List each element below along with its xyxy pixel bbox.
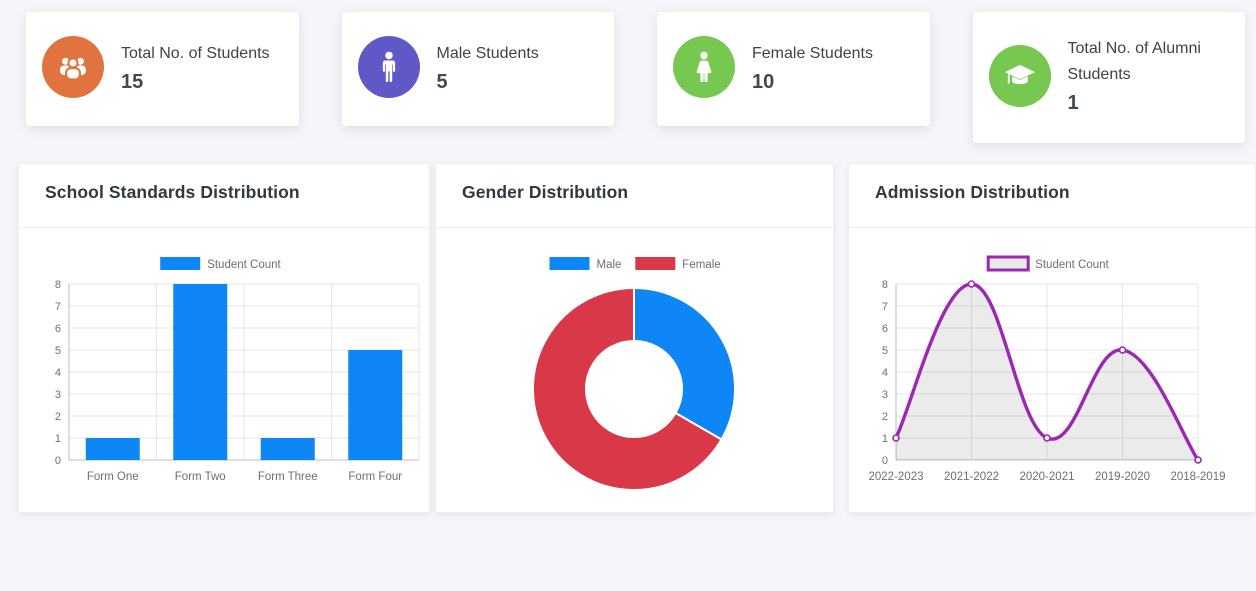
legend-swatch: [160, 257, 200, 270]
stat-cards-row: Total No. of Students 15 Male Students 5…: [0, 0, 1256, 143]
x-tick-label: Form Four: [348, 471, 402, 483]
chart-title: Gender Distribution: [462, 182, 628, 202]
gender-doughnut-chart: Male Female: [436, 228, 833, 512]
stat-card-total-students: Total No. of Students 15: [26, 12, 299, 126]
svg-text:5: 5: [55, 345, 61, 357]
chart-legend[interactable]: Student Count: [160, 257, 281, 271]
svg-text:6: 6: [882, 323, 888, 335]
legend-label: Male: [597, 259, 622, 271]
admission-line-chart: Student Count 0 1 2 3 4 5 6 7 8 2022-2023 2021-2022…: [849, 228, 1255, 512]
chart-card-admission: Admission Distribution Student Count 0 1 2 3…: [848, 163, 1256, 513]
chart-card-gender: Gender Distribution Male Female: [435, 163, 834, 513]
legend-label: Student Count: [1035, 259, 1109, 271]
chart-title: Admission Distribution: [875, 182, 1070, 202]
svg-text:1: 1: [55, 433, 61, 445]
stat-label: Total No. of Alumni Students: [1068, 36, 1230, 88]
bar-form-four[interactable]: [348, 350, 402, 460]
standards-bar-chart: Student Count 0 1 2 3 4 5 6 7 8 Form One Form Two Fo…: [19, 228, 429, 512]
chart-header: Gender Distribution: [436, 164, 833, 228]
svg-text:7: 7: [882, 301, 888, 313]
svg-text:6: 6: [55, 323, 61, 335]
legend-swatch: [635, 257, 675, 270]
svg-text:0: 0: [882, 455, 888, 467]
svg-text:2: 2: [55, 411, 61, 423]
stat-card-male-students: Male Students 5: [342, 12, 615, 126]
chart-legend[interactable]: Student Count: [988, 257, 1109, 271]
svg-text:4: 4: [55, 367, 61, 379]
legend-swatch: [988, 257, 1028, 270]
point-2019-2020[interactable]: [1120, 347, 1126, 353]
x-tick-label: 2022-2023: [869, 471, 924, 483]
stat-card-female-students: Female Students 10: [657, 12, 930, 126]
chart-header: School Standards Distribution: [19, 164, 429, 228]
bar-form-three[interactable]: [261, 438, 315, 460]
x-tick-label: 2019-2020: [1095, 471, 1150, 483]
female-icon: [673, 36, 735, 98]
graduation-cap-icon: [989, 45, 1051, 107]
stat-label: Female Students: [752, 41, 873, 67]
chart-card-standards: School Standards Distribution Student Co…: [18, 163, 430, 513]
stat-value: 10: [752, 71, 873, 94]
point-2018-2019[interactable]: [1195, 457, 1201, 463]
svg-text:3: 3: [55, 389, 61, 401]
stat-value: 15: [121, 71, 270, 94]
users-icon: [42, 36, 104, 98]
chart-title: School Standards Distribution: [45, 182, 300, 202]
charts-row: School Standards Distribution Student Co…: [0, 163, 1256, 513]
x-tick-label: 2018-2019: [1171, 471, 1226, 483]
x-tick-label: Form Three: [258, 471, 318, 483]
svg-text:2: 2: [882, 411, 888, 423]
male-icon: [358, 36, 420, 98]
svg-text:5: 5: [882, 345, 888, 357]
svg-text:1: 1: [882, 433, 888, 445]
svg-text:0: 0: [55, 455, 61, 467]
x-tick-label: Form One: [87, 471, 139, 483]
svg-text:3: 3: [882, 389, 888, 401]
bar-form-two[interactable]: [173, 284, 227, 460]
svg-text:8: 8: [882, 279, 888, 291]
stat-label: Total No. of Students: [121, 41, 270, 67]
doughnut: [533, 288, 735, 490]
legend-label: Female: [682, 259, 720, 271]
stat-value: 5: [437, 71, 539, 94]
svg-text:7: 7: [55, 301, 61, 313]
stat-card-alumni-students: Total No. of Alumni Students 1: [973, 12, 1246, 143]
x-tick-label: Form Two: [175, 471, 226, 483]
stat-value: 1: [1068, 92, 1230, 115]
svg-text:8: 8: [55, 279, 61, 291]
legend-swatch: [550, 257, 590, 270]
slice-male[interactable]: [634, 288, 735, 440]
point-2021-2022[interactable]: [969, 281, 975, 287]
svg-text:4: 4: [882, 367, 888, 379]
point-2022-2023[interactable]: [893, 435, 899, 441]
bar-form-one[interactable]: [86, 438, 140, 460]
stat-label: Male Students: [437, 41, 539, 67]
point-2020-2021[interactable]: [1044, 435, 1050, 441]
x-tick-label: 2021-2022: [944, 471, 999, 483]
legend-label: Student Count: [207, 259, 281, 271]
x-tick-label: 2020-2021: [1020, 471, 1075, 483]
chart-legend[interactable]: Male Female: [550, 257, 721, 271]
chart-header: Admission Distribution: [849, 164, 1255, 228]
